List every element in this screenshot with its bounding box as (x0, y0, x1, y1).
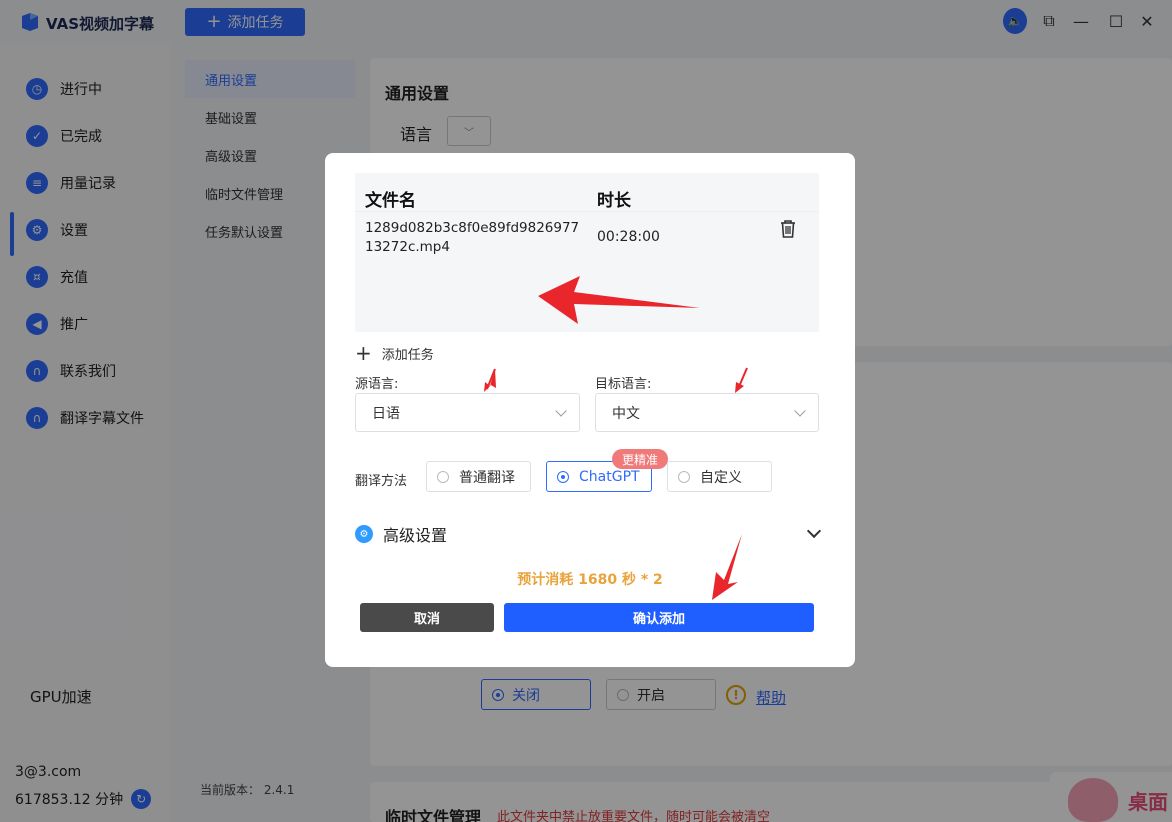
translation-method-label: 翻译方法 (355, 474, 408, 489)
file-name-cell: 1289d082b3c8f0e89fd982697713272c.mp4 (365, 220, 580, 255)
radio-dot (557, 470, 569, 483)
cost-estimate: 预计消耗 1680 秒 * 2 (517, 572, 663, 588)
target-language-select[interactable]: 中文 (595, 393, 819, 432)
confirm-add-button[interactable]: 确认添加 (504, 603, 814, 632)
advanced-settings-toggle[interactable]: ⚙ 高级设置 (355, 522, 822, 546)
target-language-value: 中文 (612, 405, 640, 422)
method-label: 自定义 (700, 469, 742, 486)
method-label: ChatGPT (579, 468, 640, 485)
radio-dot (678, 470, 690, 483)
more-accurate-badge: 更精准 (612, 449, 669, 469)
file-duration-cell: 00:28:00 (597, 229, 660, 245)
table-divider (355, 211, 819, 212)
target-language-label: 目标语言: (595, 377, 652, 392)
file-table: 文件名 时长 1289d082b3c8f0e89fd982697713272c.… (355, 173, 819, 332)
source-language-value: 日语 (372, 405, 400, 422)
method-custom-radio[interactable]: 自定义 (667, 461, 772, 492)
settings-icon: ⚙ (355, 525, 373, 543)
method-normal-radio[interactable]: 普通翻译 (426, 461, 531, 492)
advanced-settings-label: 高级设置 (383, 526, 448, 545)
chevron-down-icon (794, 404, 806, 417)
cancel-button[interactable]: 取消 (360, 603, 494, 632)
column-header-duration: 时长 (597, 191, 631, 211)
chevron-down-icon (806, 523, 822, 539)
add-task-dialog: 文件名 时长 1289d082b3c8f0e89fd982697713272c.… (325, 153, 855, 667)
method-label: 普通翻译 (459, 469, 515, 486)
source-language-label: 源语言: (355, 377, 399, 392)
radio-dot (437, 470, 449, 483)
plus-icon: + (355, 341, 372, 365)
column-header-filename: 文件名 (365, 191, 416, 211)
chevron-down-icon (555, 404, 567, 417)
trash-icon[interactable] (777, 218, 799, 240)
add-task-link[interactable]: + 添加任务 (355, 343, 434, 363)
add-task-link-label: 添加任务 (381, 347, 434, 363)
source-language-select[interactable]: 日语 (355, 393, 580, 432)
